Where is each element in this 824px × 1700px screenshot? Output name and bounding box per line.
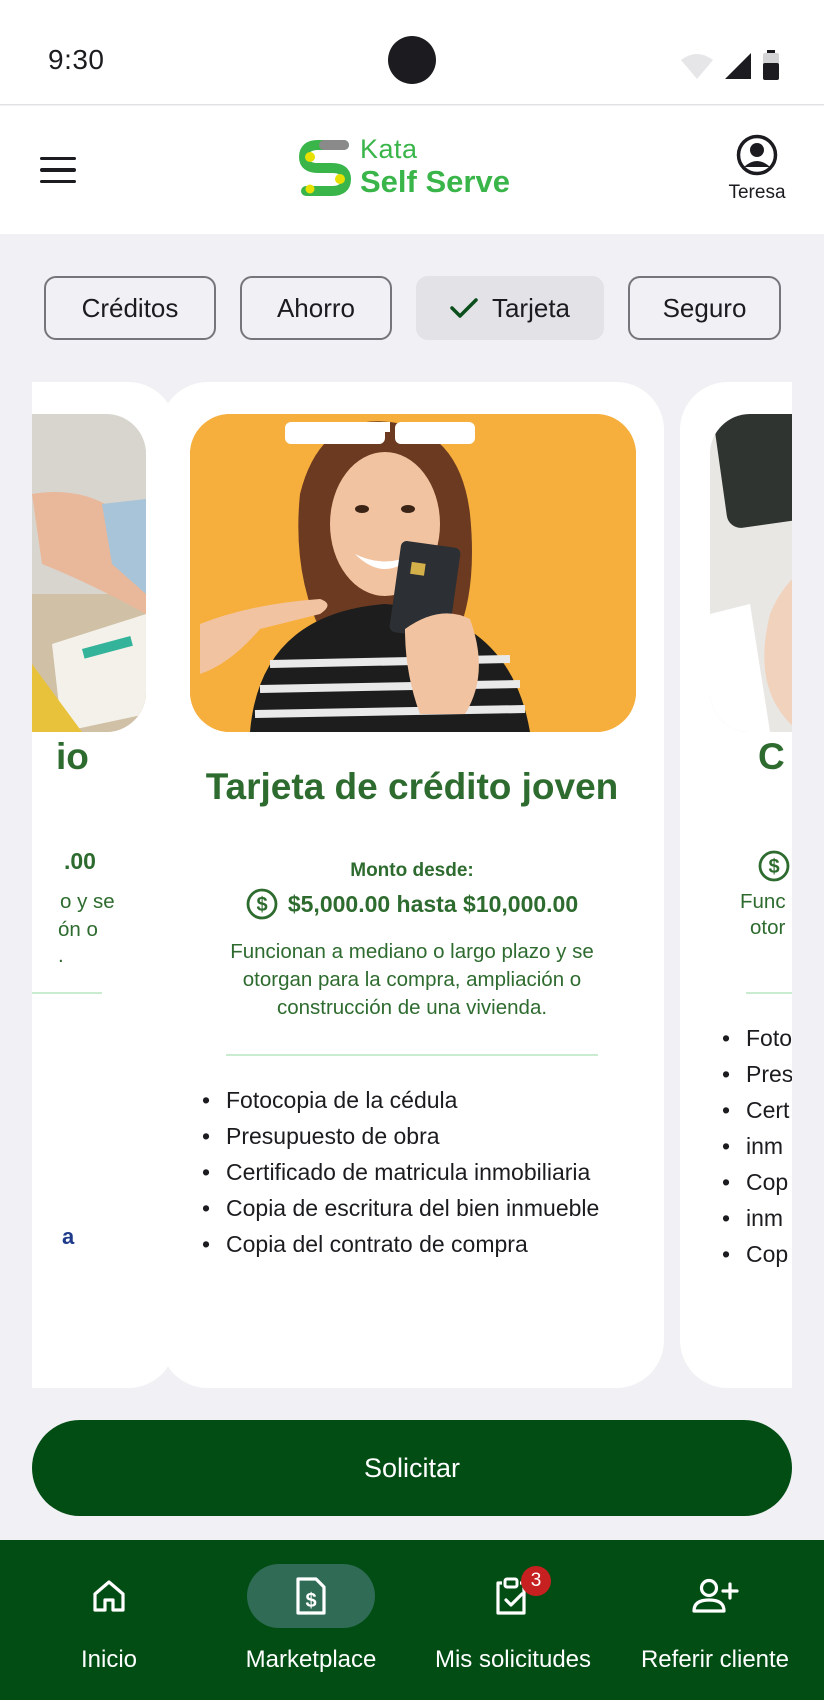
requirement-text: inm	[746, 1133, 784, 1159]
requirement-item: Foto	[722, 1020, 792, 1056]
product-desc-right-2: otor	[750, 916, 786, 939]
requirement-text: inm	[746, 1205, 784, 1231]
logo-self-serve-text: Self Serve	[360, 164, 510, 199]
chip-label: Tarjeta	[491, 292, 571, 323]
svg-text:$: $	[305, 1590, 316, 1612]
person-add-icon	[692, 1578, 739, 1613]
card-divider-left	[32, 992, 102, 994]
home-icon	[93, 1580, 125, 1612]
battery-icon	[763, 50, 779, 80]
nav-label: Mis solicitudes	[434, 1646, 592, 1673]
product-desc-left-1: o y se	[60, 890, 115, 913]
product-photo	[190, 414, 636, 732]
nav-pill	[45, 1564, 173, 1628]
logo-s-icon	[298, 139, 352, 196]
requirement-item: Cop	[722, 1236, 792, 1272]
amount-value: $5,000.00 hasta $10,000.00	[287, 890, 579, 917]
chip-label: Créditos	[81, 292, 179, 323]
requirements-list-right: Foto Pres Cert inm Cop inm Cop	[722, 1020, 792, 1272]
requirement-item: Presupuesto de obra	[202, 1118, 642, 1154]
notification-badge: 3	[521, 1566, 551, 1596]
menu-button[interactable]	[30, 146, 86, 194]
app-bar: Kata Self Serve Teresa	[0, 106, 824, 234]
svg-text:$: $	[256, 894, 267, 916]
product-title: Tarjeta de crédito joven	[205, 766, 619, 807]
menu-icon-line	[40, 179, 76, 184]
requirement-item-cont: inm	[722, 1200, 792, 1236]
nav-label: Referir cliente	[640, 1646, 790, 1673]
product-photo-left	[32, 414, 146, 732]
card-divider	[226, 1054, 598, 1056]
dollar-circle-icon: $	[246, 888, 278, 920]
camera-cutout	[388, 36, 436, 84]
requirement-item: Cert	[722, 1092, 792, 1128]
check-icon	[450, 298, 478, 318]
user-name: Teresa	[728, 182, 786, 203]
chip-label: Seguro	[662, 292, 747, 323]
dollar-circle-icon: $	[758, 850, 790, 882]
wifi-icon	[681, 54, 713, 79]
requirement-item: Copia de escritura del bien inmueble	[202, 1190, 642, 1226]
nav-pill	[651, 1564, 779, 1628]
product-carousel[interactable]: io .00 o y se ón o . a Tarjeta de crédit…	[32, 360, 792, 1400]
logo-kata-text: Kata	[360, 134, 418, 164]
account-circle-icon	[736, 134, 778, 176]
nav-marketplace[interactable]: $ Marketplace	[208, 1564, 414, 1674]
status-time: 9:30	[48, 44, 105, 75]
product-image	[190, 414, 636, 732]
chip-tarjeta[interactable]: Tarjeta	[416, 276, 604, 340]
product-description: Funcionan a mediano o largo plazo y se o…	[230, 940, 594, 1019]
requirement-item-cont: inm	[722, 1128, 792, 1164]
amount-label: Monto desde:	[350, 860, 474, 881]
nav-pill-active: $	[247, 1564, 375, 1628]
chip-ahorro[interactable]: Ahorro	[240, 276, 392, 340]
product-image-left	[32, 414, 146, 732]
nav-label: Inicio	[80, 1646, 138, 1673]
nav-label: Marketplace	[245, 1646, 377, 1673]
svg-text:$: $	[768, 856, 779, 878]
nav-referir-cliente[interactable]: Referir cliente	[612, 1564, 818, 1674]
chip-seguro[interactable]: Seguro	[628, 276, 781, 340]
product-title-left: io	[56, 736, 89, 777]
requirements-list: Fotocopia de la cédula Presupuesto de ob…	[202, 1082, 642, 1262]
product-title-right: C	[758, 736, 785, 777]
nav-pill: 3	[449, 1564, 577, 1628]
product-card-left[interactable]: io .00 o y se ón o . a	[32, 382, 176, 1388]
product-desc-left-3: .	[58, 944, 64, 967]
menu-icon	[40, 156, 76, 161]
status-icons	[680, 50, 780, 80]
product-image-right	[710, 414, 792, 732]
profile-button[interactable]: Teresa	[712, 134, 802, 204]
signal-icon	[725, 53, 751, 79]
product-photo-right	[710, 414, 792, 732]
chip-label: Ahorro	[276, 292, 356, 323]
nav-inicio[interactable]: Inicio	[6, 1564, 212, 1674]
requirement-item: Cop	[722, 1164, 792, 1200]
product-card-right[interactable]: C $ Func otor Foto Pres Cert inm Cop inm…	[680, 382, 792, 1388]
card-divider-right	[746, 992, 792, 994]
nav-mis-solicitudes[interactable]: 3 Mis solicitudes	[410, 1564, 616, 1674]
app-logo: Kata Self Serve	[298, 136, 510, 197]
menu-icon-line	[40, 168, 76, 172]
requirement-item: Copia del contrato de compra	[202, 1226, 642, 1262]
product-desc-left-2: ón o	[58, 918, 98, 941]
amount-row: $ $5,000.00 hasta $10,000.00	[160, 888, 664, 920]
product-amount-left: .00	[64, 848, 96, 874]
status-bar: 9:30	[0, 0, 824, 105]
requirement-item: Certificado de matricula inmobiliaria	[202, 1154, 642, 1190]
solicitar-button[interactable]: Solicitar	[32, 1420, 792, 1516]
chip-creditos[interactable]: Créditos	[44, 276, 216, 340]
product-link-left[interactable]: a	[62, 1224, 74, 1250]
bottom-navigation: Inicio $ Marketplace 3 Mis solicitudes R…	[0, 1540, 824, 1700]
requirement-item: Fotocopia de la cédula	[202, 1082, 642, 1118]
product-desc-right-1: Func	[740, 890, 786, 913]
product-card-main[interactable]: Tarjeta de crédito joven Monto desde: $ …	[160, 382, 664, 1388]
document-dollar-icon: $	[296, 1577, 326, 1615]
requirement-item: Pres	[722, 1056, 792, 1092]
